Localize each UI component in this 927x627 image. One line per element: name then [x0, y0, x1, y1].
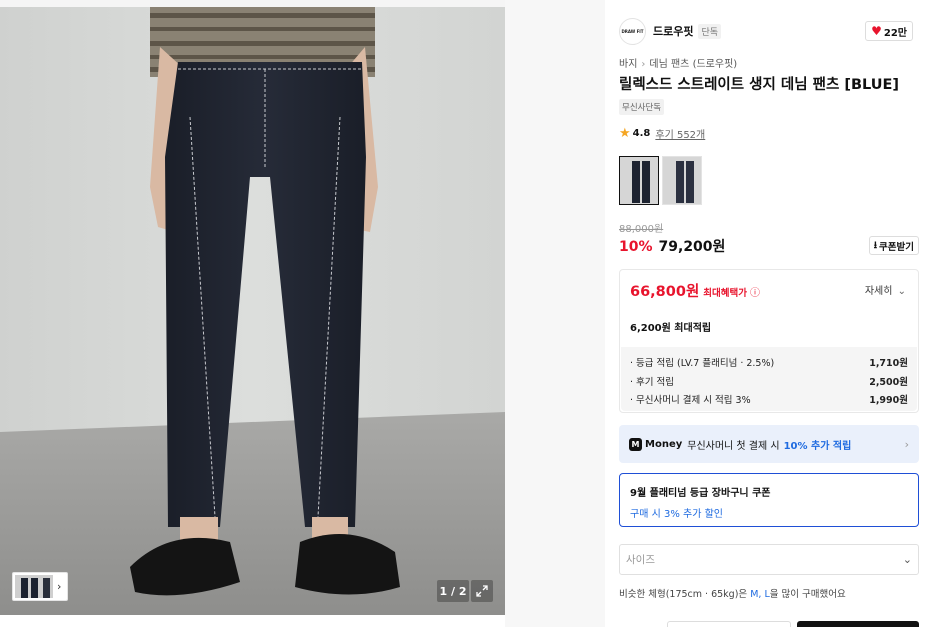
points-total: 6,200원 최대적립 — [630, 323, 712, 334]
points-label: · 무신사머니 결제 시 적립 3% — [630, 395, 751, 407]
quantity-box[interactable] — [667, 621, 791, 627]
max-benefit-header: 66,800원 최대혜택가 ⓘ — [630, 280, 760, 301]
money-logo-icon: M — [629, 437, 642, 451]
musinsa-money-banner[interactable]: M Money 무신사머니 첫 결제 시 10% 추가 적립 › — [619, 425, 919, 463]
points-amount: 1,710원 — [869, 358, 908, 370]
coupon-download-button[interactable]: ⭳ 쿠폰받기 — [868, 236, 919, 255]
max-benefit-label: 최대혜택가 — [703, 288, 747, 299]
color-swatches — [619, 156, 702, 205]
brand-tag: 단독 — [698, 23, 722, 39]
product-photo[interactable] — [0, 7, 505, 615]
image-counter: 1 / 2 — [437, 580, 469, 602]
rating-row: ★ 4.8 후기 552개 — [619, 126, 705, 141]
points-label: · 후기 적립 — [630, 376, 675, 388]
price-row: 10% 79,200원 — [619, 236, 725, 256]
points-label: · 등급 적립 (LV.7 플래티넘 · 2.5%) — [630, 358, 775, 370]
chevron-down-icon: ⌄ — [897, 286, 906, 297]
like-button[interactable]: ♥ 22만 — [865, 21, 913, 41]
download-icon: ⭳ — [873, 239, 878, 251]
thumbnail-strip[interactable]: › — [12, 572, 68, 601]
size-note-prefix: 비슷한 체형(175cm · 65kg)은 — [619, 589, 748, 600]
max-benefit-box: 66,800원 최대혜택가 ⓘ 자세히 ⌄ 6,200원 최대적립 · 등급 적… — [619, 269, 919, 413]
size-recommendation: 비슷한 체형(175cm · 65kg)은 M, L을 많이 구매했어요 — [619, 586, 846, 600]
points-amount: 1,990원 — [869, 395, 908, 407]
brand-logo-text: DRAW FIT — [621, 28, 644, 34]
expand-icon[interactable] — [471, 580, 493, 602]
page-gutter — [505, 0, 605, 627]
money-text: 무신사머니 첫 결제 시 — [687, 440, 780, 452]
points-row: · 무신사머니 결제 시 적립 3% 1,990원 — [630, 390, 908, 409]
breadcrumb: 바지 › 데님 팬츠 (드로우핏) — [619, 55, 737, 70]
coupon-subtitle: 구매 시 3% 추가 할인 — [630, 509, 723, 520]
color-swatch-2[interactable] — [662, 156, 702, 205]
brand-row: DRAW FIT 드로우핏 단독 ♥ 22만 — [619, 17, 919, 45]
discount-rate: 10% — [619, 239, 653, 255]
max-benefit-price: 66,800원 — [630, 284, 700, 300]
money-brand: Money — [645, 438, 683, 450]
brand-name[interactable]: 드로우핏 — [653, 23, 693, 39]
info-icon[interactable]: ⓘ — [750, 284, 760, 299]
sale-price: 79,200원 — [658, 239, 726, 255]
product-info-panel: DRAW FIT 드로우핏 단독 ♥ 22만 바지 › 데님 팬츠 (드로우핏) 릴… — [605, 0, 927, 627]
detail-toggle[interactable]: 자세히 ⌄ — [865, 282, 906, 297]
cart-coupon-box[interactable]: 9월 플래티넘 등급 장바구니 쿠폰 구매 시 3% 추가 할인 — [619, 473, 919, 527]
color-swatch-1[interactable] — [619, 156, 659, 205]
product-image-gallery[interactable]: › 1 / 2 — [0, 0, 505, 615]
points-row: · 등급 적립 (LV.7 플래티넘 · 2.5%) 1,710원 — [630, 353, 908, 372]
original-price: 88,000원 — [619, 224, 664, 235]
like-count: 22만 — [883, 27, 907, 39]
size-placeholder: 사이즈 — [626, 554, 655, 566]
coupon-button-label: 쿠폰받기 — [879, 241, 914, 253]
points-amount: 2,500원 — [869, 376, 908, 388]
product-title: 릴렉스드 스트레이트 생지 데님 팬츠 [BLUE] — [619, 77, 900, 93]
thumbnail-image[interactable] — [15, 575, 53, 598]
heart-icon: ♥ — [871, 24, 882, 38]
breadcrumb-item[interactable]: 바지 — [619, 59, 637, 70]
breadcrumb-item[interactable]: 데님 팬츠 (드로우핏) — [649, 59, 737, 70]
reviews-link[interactable]: 후기 552개 — [655, 126, 705, 141]
exclusive-badge: 무신사단독 — [619, 99, 665, 115]
chevron-right-icon[interactable]: › — [57, 580, 61, 593]
buy-button[interactable] — [797, 621, 919, 627]
rating-score: 4.8 — [632, 128, 651, 139]
chevron-right-icon: › — [641, 59, 646, 70]
chevron-down-icon: ⌄ — [902, 553, 912, 566]
detail-label: 자세히 — [864, 286, 893, 297]
money-highlight: 10% 추가 적립 — [783, 440, 852, 452]
points-row: · 후기 적립 2,500원 — [630, 372, 908, 391]
chevron-right-icon: › — [904, 437, 909, 451]
size-note-sizes: M, L — [750, 589, 770, 600]
points-list: · 등급 적립 (LV.7 플래티넘 · 2.5%) 1,710원 · 후기 적… — [621, 347, 917, 411]
size-select[interactable]: 사이즈 ⌄ — [619, 544, 919, 575]
brand-logo[interactable]: DRAW FIT — [619, 17, 646, 45]
star-icon: ★ — [619, 126, 631, 141]
size-note-suffix: 을 많이 구매했어요 — [769, 589, 846, 600]
coupon-title: 9월 플래티넘 등급 장바구니 쿠폰 — [630, 488, 771, 499]
